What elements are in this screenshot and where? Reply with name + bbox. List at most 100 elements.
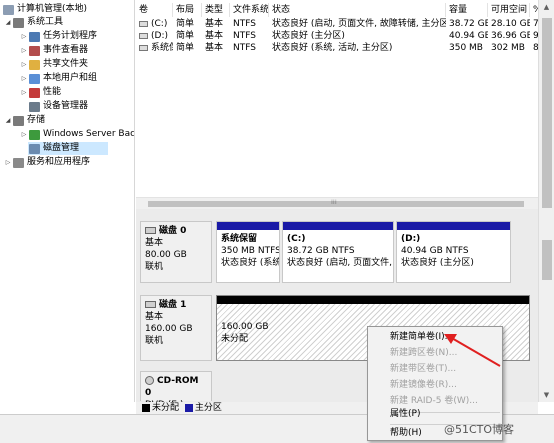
scrollbar-thumb[interactable] [542,18,552,208]
disk-management-icon [29,143,40,154]
disk-0-label[interactable]: 磁盘 0 基本 80.00 GB 联机 [140,221,212,283]
tree-root[interactable]: 计算机管理(本地) [2,3,87,16]
column-header-volume[interactable]: 卷 [136,3,173,17]
disk-icon [145,301,156,308]
collapsed-arrow-icon[interactable]: ▷ [20,30,28,43]
tree-item-storage[interactable]: ◢ 存储 [4,114,45,127]
table-row[interactable]: (C:) 简单 基本 NTFS 状态良好 (启动, 页面文件, 故障转储, 主分… [136,18,538,30]
primary-partition-bar [283,222,393,230]
cell-free-space: 28.10 GB [491,19,530,29]
cell-percent: 7 [533,19,538,29]
partition-name: (C:) [287,234,306,244]
partition-c[interactable]: (C:) 38.72 GB NTFS 状态良好 (启动, 页面文件, 故 [282,221,394,283]
tree-item-services-apps[interactable]: ▷ 服务和应用程序 [4,156,90,169]
collapsed-arrow-icon[interactable]: ▷ [20,44,28,57]
cell-volume: (C:) [136,18,173,30]
cell-capacity: 350 MB [449,43,483,53]
disk-type: 基本 [145,312,164,322]
partition-size: 40.94 GB NTFS [401,246,469,256]
tree-item-label: 任务计划程序 [43,31,98,41]
computer-icon [3,4,14,15]
column-header-free-space[interactable]: 可用空间 [488,3,530,17]
disk-1-label[interactable]: 磁盘 1 基本 160.00 GB 联机 [140,295,212,361]
unallocated-swatch [142,403,150,412]
scroll-down-icon[interactable]: ▼ [539,388,554,402]
column-header-filesystem[interactable]: 文件系统 [230,3,269,17]
collapsed-arrow-icon[interactable]: ▷ [20,86,28,99]
disk-type: 基本 [145,238,164,248]
tree-item-label: 服务和应用程序 [27,157,91,167]
partition-d[interactable]: (D:) 40.94 GB NTFS 状态良好 (主分区) [396,221,511,283]
cell-status: 状态良好 (系统, 活动, 主分区) [272,43,393,53]
partition-name: 系统保留 [221,234,258,244]
collapsed-arrow-icon[interactable]: ▷ [20,58,28,71]
tree-item-device-manager[interactable]: 设备管理器 [28,100,88,113]
disk-0-row: 磁盘 0 基本 80.00 GB 联机 系统保留 350 MB NTFS 状态良… [136,221,538,295]
table-row[interactable]: 系统保留 简单 基本 NTFS 状态良好 (系统, 活动, 主分区) 350 M… [136,42,538,54]
cell-text: 系统保留 [151,43,173,53]
primary-partition-bar [397,222,510,230]
cell-status: 状态良好 (启动, 页面文件, 故障转储, 主分区) [272,19,446,29]
column-header-percent[interactable]: % [530,3,538,17]
collapsed-arrow-icon[interactable]: ▷ [4,156,12,169]
cd-icon [145,376,154,385]
primary-partition-bar [217,222,279,230]
partition-system-reserved[interactable]: 系统保留 350 MB NTFS 状态良好 (系统 [216,221,280,283]
cdrom-label[interactable]: CD-ROM 0 DVD (E:) [140,371,212,410]
tree-item-shared-folders[interactable]: ▷ 共享文件夹 [20,58,88,71]
cell-percent: 8 [533,43,538,53]
disk-status: 联机 [145,336,164,346]
users-icon [29,73,40,84]
partition-status: 状态良好 (启动, 页面文件, 故 [287,258,394,268]
cell-text: (D:) [151,31,168,41]
column-header-status[interactable]: 状态 [269,3,446,17]
column-header-layout[interactable]: 布局 [173,3,202,17]
cell-type: 基本 [205,31,224,41]
volume-icon [139,32,148,39]
tree-item-label: 共享文件夹 [43,59,89,69]
navigation-tree: 计算机管理(本地) ◢ 系统工具 ▷ 任务计划程序 ▷ 事件查看器 ▷ 共享文件… [0,0,135,402]
expanded-arrow-icon[interactable]: ◢ [4,16,12,29]
horizontal-scrollbar[interactable]: ⁞⁞⁞ [136,197,538,209]
table-row[interactable]: (D:) 简单 基本 NTFS 状态良好 (主分区) 40.94 GB 36.9… [136,30,538,42]
tree-item-label: Windows Server Back [43,129,135,139]
collapsed-arrow-icon[interactable]: ▷ [20,128,28,141]
column-header-type[interactable]: 类型 [202,3,230,17]
menu-item-new-simple-volume[interactable]: 新建简单卷(I)... [370,330,500,345]
tree-item-label: 本地用户和组 [43,73,98,83]
column-header-capacity[interactable]: 容量 [446,3,488,17]
cell-layout: 简单 [176,19,195,29]
menu-item-new-mirrored-volume[interactable]: 新建镜像卷(R)... [370,378,500,393]
disk-size: 160.00 GB [145,324,193,334]
menu-item-properties[interactable]: 属性(P) [370,407,500,422]
tree-item-disk-management[interactable]: 磁盘管理 [28,142,108,155]
tree-item-label: 性能 [43,87,62,97]
menu-item-new-striped-volume[interactable]: 新建带区卷(T)... [370,362,500,377]
watermark: @51CTO博客 [444,423,515,436]
collapsed-arrow-icon[interactable]: ▷ [20,72,28,85]
partition-size: 38.72 GB NTFS [287,246,355,256]
cell-type: 基本 [205,19,224,29]
cell-text: (C:) [151,19,168,29]
tree-item-task-scheduler[interactable]: ▷ 任务计划程序 [20,30,97,43]
cell-filesystem: NTFS [233,43,256,53]
scroll-up-icon[interactable]: ▲ [539,0,554,14]
cell-type: 基本 [205,43,224,53]
expanded-arrow-icon[interactable]: ◢ [4,114,12,127]
tree-item-local-users[interactable]: ▷ 本地用户和组 [20,72,97,85]
tree-item-event-viewer[interactable]: ▷ 事件查看器 [20,44,88,57]
cell-free-space: 36.96 GB [491,31,530,41]
cell-capacity: 40.94 GB [449,31,488,41]
cell-filesystem: NTFS [233,31,256,41]
scrollbar-thumb-lower[interactable] [542,240,552,280]
tree-item-system-tools[interactable]: ◢ 系统工具 [4,16,63,29]
tree-item-performance[interactable]: ▷ 性能 [20,86,61,99]
tree-item-windows-server-backup[interactable]: ▷ Windows Server Back [20,128,135,141]
clock-icon [29,31,40,42]
cell-status: 状态良好 (主分区) [272,31,345,41]
vertical-scrollbar[interactable]: ▲ ▼ [538,0,554,402]
tree-item-label: 磁盘管理 [43,143,80,153]
menu-item-new-spanned-volume[interactable]: 新建跨区卷(N)... [370,346,500,361]
tree-item-label: 存储 [27,115,46,125]
services-icon [13,157,24,168]
